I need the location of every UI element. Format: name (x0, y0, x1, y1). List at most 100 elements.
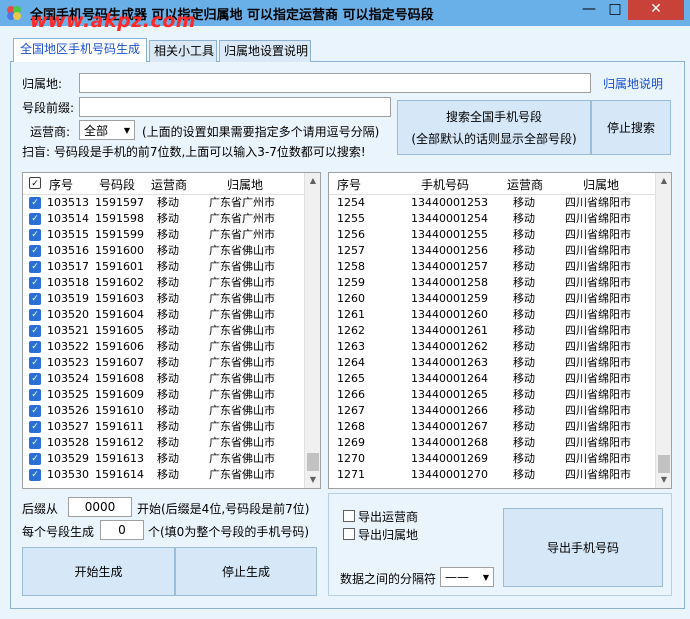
segment-table-scrollbar[interactable]: ▲ ▼ (304, 173, 320, 488)
stop-search-button[interactable]: 停止搜索 (591, 100, 671, 155)
row-checkbox[interactable]: ✓ (29, 325, 41, 337)
search-segments-button[interactable]: 搜索全国手机号段 (全部默认的话则显示全部号段) (397, 100, 591, 155)
table-cell: 移动 (513, 340, 535, 353)
row-checkbox[interactable]: ✓ (29, 389, 41, 401)
table-row[interactable]: ✓ 103518 1591602 移动 广东省佛山市 (23, 275, 320, 291)
table-row[interactable]: ✓ 103517 1591601 移动 广东省佛山市 (23, 259, 320, 275)
region-input[interactable] (79, 73, 591, 93)
table-row[interactable]: ✓ 103519 1591603 移动 广东省佛山市 (23, 291, 320, 307)
scroll-down-icon[interactable]: ▼ (305, 472, 320, 488)
row-checkbox[interactable]: ✓ (29, 341, 41, 353)
start-generate-button[interactable]: 开始生成 (22, 547, 175, 596)
table-cell: 广东省佛山市 (209, 388, 275, 401)
table-cell: 四川省绵阳市 (565, 196, 631, 209)
row-checkbox[interactable]: ✓ (29, 421, 41, 433)
row-checkbox[interactable]: ✓ (29, 261, 41, 273)
table-cell: 13440001266 (411, 404, 488, 417)
table-row[interactable]: 1270 13440001269 移动 四川省绵阳市 (329, 451, 671, 467)
tab-tools[interactable]: 相关小工具 (149, 40, 217, 62)
table-cell: 四川省绵阳市 (565, 276, 631, 289)
separator-select[interactable]: —— ▼ (440, 567, 494, 587)
table-row[interactable]: ✓ 103529 1591613 移动 广东省佛山市 (23, 451, 320, 467)
table-cell: 103527 (47, 420, 89, 433)
row-checkbox[interactable]: ✓ (29, 453, 41, 465)
row-checkbox[interactable]: ✓ (29, 229, 41, 241)
minimize-button[interactable]: — (576, 0, 602, 20)
export-phone-numbers-button[interactable]: 导出手机号码 (503, 508, 663, 587)
row-checkbox[interactable]: ✓ (29, 373, 41, 385)
table-row[interactable]: 1264 13440001263 移动 四川省绵阳市 (329, 355, 671, 371)
export-carrier-checkbox[interactable] (343, 510, 355, 522)
table-cell: 1265 (337, 372, 365, 385)
table-cell: 广东省广州市 (209, 196, 275, 209)
table-row[interactable]: ✓ 103530 1591614 移动 广东省佛山市 (23, 467, 320, 483)
table-cell: 1591611 (95, 420, 144, 433)
scroll-up-icon[interactable]: ▲ (305, 173, 320, 189)
table-row[interactable]: ✓ 103523 1591607 移动 广东省佛山市 (23, 355, 320, 371)
table-row[interactable]: ✓ 103522 1591606 移动 广东省佛山市 (23, 339, 320, 355)
row-checkbox[interactable]: ✓ (29, 277, 41, 289)
per-segment-count-input[interactable]: 0 (100, 520, 144, 540)
row-checkbox[interactable]: ✓ (29, 469, 41, 481)
table-row[interactable]: ✓ 103525 1591609 移动 广东省佛山市 (23, 387, 320, 403)
table-cell: 1268 (337, 420, 365, 433)
row-checkbox[interactable]: ✓ (29, 293, 41, 305)
row-checkbox[interactable]: ✓ (29, 309, 41, 321)
phone-table-scrollbar[interactable]: ▲ ▼ (655, 173, 671, 488)
table-row[interactable]: 1255 13440001254 移动 四川省绵阳市 (329, 211, 671, 227)
table-row[interactable]: ✓ 103528 1591612 移动 广东省佛山市 (23, 435, 320, 451)
row-checkbox[interactable]: ✓ (29, 245, 41, 257)
table-row[interactable]: ✓ 103524 1591608 移动 广东省佛山市 (23, 371, 320, 387)
close-button[interactable]: ✕ (628, 0, 684, 20)
suffix-start-input[interactable]: 0000 (68, 497, 132, 517)
table-cell: 13440001259 (411, 292, 488, 305)
scroll-down-icon[interactable]: ▼ (656, 472, 671, 488)
table-row[interactable]: 1263 13440001262 移动 四川省绵阳市 (329, 339, 671, 355)
table-row[interactable]: ✓ 103521 1591605 移动 广东省佛山市 (23, 323, 320, 339)
table-row[interactable]: ✓ 103516 1591600 移动 广东省佛山市 (23, 243, 320, 259)
tab-region-help[interactable]: 归属地设置说明 (219, 40, 311, 62)
carrier-select-value: 全部 (84, 123, 109, 138)
row-checkbox[interactable]: ✓ (29, 197, 41, 209)
select-all-checkbox[interactable]: ✓ (29, 177, 41, 189)
table-row[interactable]: 1266 13440001265 移动 四川省绵阳市 (329, 387, 671, 403)
carrier-select[interactable]: 全部 ▼ (79, 120, 135, 140)
table-row[interactable]: 1254 13440001253 移动 四川省绵阳市 (329, 195, 671, 211)
table-row[interactable]: 1271 13440001270 移动 四川省绵阳市 (329, 467, 671, 483)
row-checkbox[interactable]: ✓ (29, 405, 41, 417)
table-cell: 广东省佛山市 (209, 244, 275, 257)
table-row[interactable]: 1257 13440001256 移动 四川省绵阳市 (329, 243, 671, 259)
table-row[interactable]: 1268 13440001267 移动 四川省绵阳市 (329, 419, 671, 435)
prefix-input[interactable] (79, 97, 391, 117)
table-row[interactable]: 1259 13440001258 移动 四川省绵阳市 (329, 275, 671, 291)
maximize-button[interactable]: □ (602, 0, 628, 20)
table-row[interactable]: 1260 13440001259 移动 四川省绵阳市 (329, 291, 671, 307)
table-row[interactable]: ✓ 103515 1591599 移动 广东省广州市 (23, 227, 320, 243)
table-row[interactable]: 1256 13440001255 移动 四川省绵阳市 (329, 227, 671, 243)
table-row[interactable]: ✓ 103513 1591597 移动 广东省广州市 (23, 195, 320, 211)
row-checkbox[interactable]: ✓ (29, 213, 41, 225)
table-cell: 1591609 (95, 388, 144, 401)
table-row[interactable]: 1269 13440001268 移动 四川省绵阳市 (329, 435, 671, 451)
export-region-checkbox[interactable] (343, 528, 355, 540)
table-row[interactable]: 1261 13440001260 移动 四川省绵阳市 (329, 307, 671, 323)
row-checkbox[interactable]: ✓ (29, 437, 41, 449)
table-cell: 移动 (513, 276, 535, 289)
table-row[interactable]: 1262 13440001261 移动 四川省绵阳市 (329, 323, 671, 339)
row-checkbox[interactable]: ✓ (29, 357, 41, 369)
table-row[interactable]: 1265 13440001264 移动 四川省绵阳市 (329, 371, 671, 387)
table-row[interactable]: 1267 13440001266 移动 四川省绵阳市 (329, 403, 671, 419)
stop-generate-button[interactable]: 停止生成 (175, 547, 317, 596)
scroll-thumb[interactable] (307, 453, 319, 471)
table-row[interactable]: ✓ 103514 1591598 移动 广东省广州市 (23, 211, 320, 227)
tab-phone-generation[interactable]: 全国地区手机号码生成 (13, 38, 147, 62)
region-help-link[interactable]: 归属地说明 (603, 75, 663, 92)
table-row[interactable]: ✓ 103527 1591611 移动 广东省佛山市 (23, 419, 320, 435)
table-cell: 13440001269 (411, 452, 488, 465)
scroll-up-icon[interactable]: ▲ (656, 173, 671, 189)
table-cell: 移动 (513, 228, 535, 241)
scroll-thumb[interactable] (658, 455, 670, 473)
table-row[interactable]: ✓ 103526 1591610 移动 广东省佛山市 (23, 403, 320, 419)
table-row[interactable]: ✓ 103520 1591604 移动 广东省佛山市 (23, 307, 320, 323)
table-row[interactable]: 1258 13440001257 移动 四川省绵阳市 (329, 259, 671, 275)
